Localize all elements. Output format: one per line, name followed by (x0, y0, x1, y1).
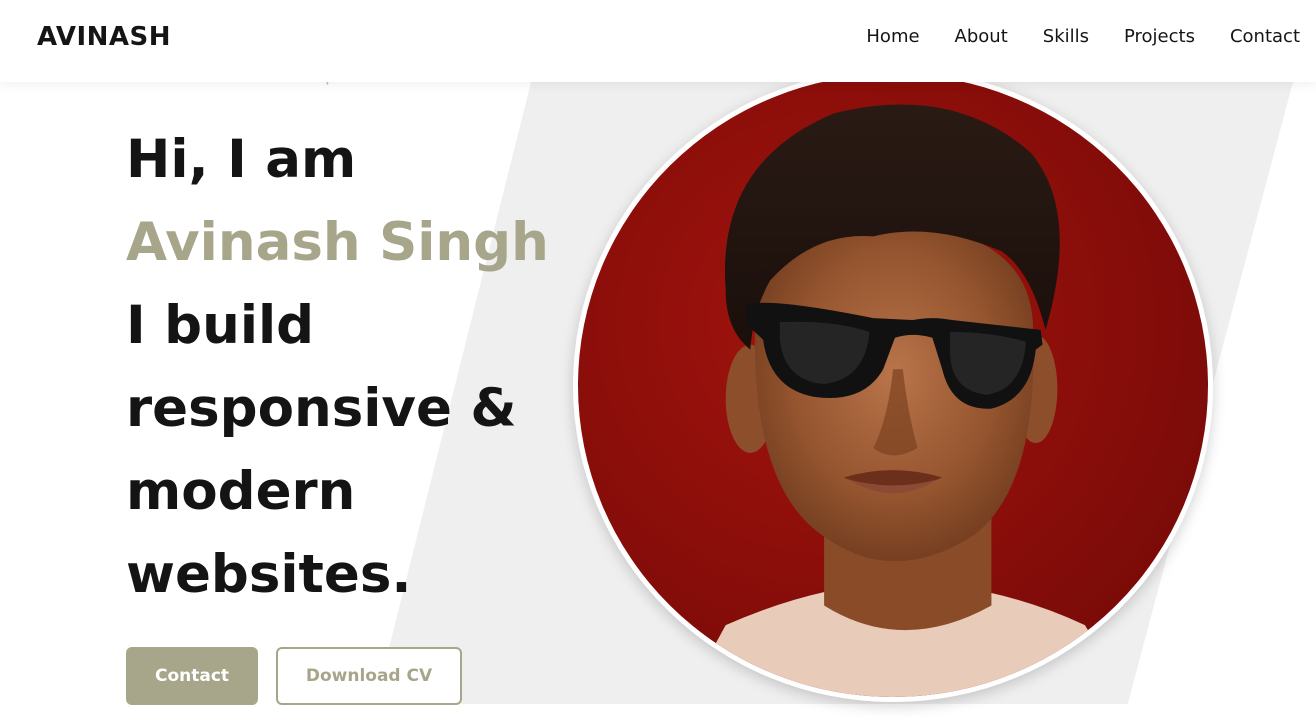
profile-photo (573, 69, 1213, 702)
hero-line-4: responsive & (126, 378, 517, 439)
nav-contact[interactable]: Contact (1230, 26, 1300, 47)
profile-illustration (686, 104, 1130, 697)
hero-line-6: websites. (126, 544, 412, 605)
hero-line-3: I build (126, 295, 315, 356)
site-header: AVINASH Home About Skills Projects Conta… (0, 0, 1316, 82)
hero-headline: Hi, I am Avinash Singh I build responsiv… (126, 118, 549, 616)
hero-line-5: modern (126, 461, 356, 522)
hero-greeting: Hi, I am (126, 129, 357, 190)
site-logo[interactable]: AVINASH (37, 22, 171, 52)
hero-name: Avinash Singh (126, 212, 549, 273)
nav-about[interactable]: About (955, 26, 1008, 47)
main-nav: Home About Skills Projects Contact (831, 26, 1300, 47)
nav-projects[interactable]: Projects (1124, 26, 1195, 47)
nav-skills[interactable]: Skills (1043, 26, 1089, 47)
nav-home[interactable]: Home (866, 26, 919, 47)
contact-button[interactable]: Contact (126, 647, 258, 705)
download-cv-button[interactable]: Download CV (276, 647, 462, 705)
